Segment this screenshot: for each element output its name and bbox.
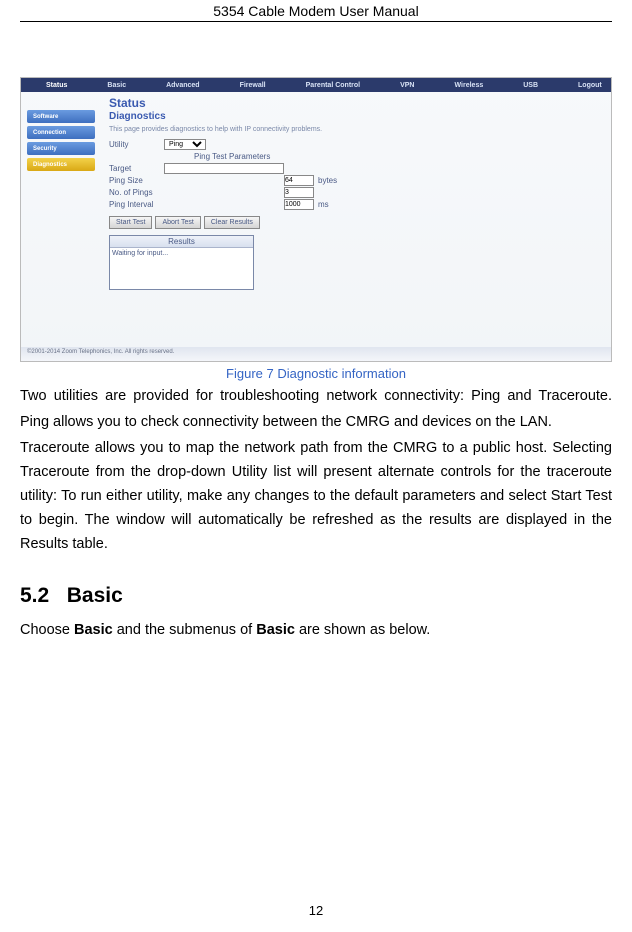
utility-row: Utility Ping — [109, 139, 603, 150]
page-content: Status Basic Advanced Firewall Parental … — [0, 77, 632, 638]
section-heading: 5.2 Basic — [20, 584, 612, 608]
router-sidebar: Software Connection Security Diagnostics — [21, 92, 101, 347]
nav-vpn[interactable]: VPN — [400, 82, 414, 89]
nav-status[interactable]: Status — [46, 82, 67, 89]
nav-advanced[interactable]: Advanced — [166, 82, 199, 89]
target-input[interactable] — [164, 163, 284, 174]
target-label: Target — [109, 164, 164, 173]
basic-sentence: Choose Basic and the submenus of Basic a… — [20, 622, 612, 638]
panel-title: Status — [109, 96, 603, 110]
basic-bold-2: Basic — [256, 622, 295, 638]
interval-unit: ms — [318, 200, 329, 209]
interval-label: Ping Interval — [109, 200, 164, 209]
nav-parental[interactable]: Parental Control — [306, 82, 360, 89]
sidebar-security[interactable]: Security — [27, 142, 95, 155]
basic-bold-1: Basic — [74, 622, 113, 638]
page-number: 12 — [0, 903, 632, 918]
section-number: 5.2 — [20, 584, 49, 607]
utility-select[interactable]: Ping — [164, 139, 206, 150]
clear-results-button[interactable]: Clear Results — [204, 216, 260, 229]
paragraph-1: Two utilities are provided for troublesh… — [20, 385, 612, 409]
target-row: Target — [109, 163, 603, 174]
start-test-button[interactable]: Start Test — [109, 216, 152, 229]
manual-title: 5354 Cable Modem User Manual — [213, 3, 418, 19]
figure-caption: Figure 7 Diagnostic information — [20, 366, 612, 381]
sidebar-software[interactable]: Software — [27, 110, 95, 123]
results-header: Results — [110, 236, 253, 248]
pingsize-input[interactable] — [284, 175, 314, 186]
sidebar-diagnostics[interactable]: Diagnostics — [27, 158, 95, 171]
pingsize-unit: bytes — [318, 176, 337, 185]
nav-usb[interactable]: USB — [523, 82, 538, 89]
utility-label: Utility — [109, 140, 164, 149]
nav-wireless[interactable]: Wireless — [455, 82, 484, 89]
nav-logout[interactable]: Logout — [578, 82, 602, 89]
sidebar-connection[interactable]: Connection — [27, 126, 95, 139]
interval-input[interactable] — [284, 199, 314, 210]
panel-description: This page provides diagnostics to help w… — [109, 126, 603, 133]
nopings-input[interactable] — [284, 187, 314, 198]
figure-screenshot: Status Basic Advanced Firewall Parental … — [20, 77, 612, 362]
copyright-bar: ©2001-2014 Zoom Telephonics, Inc. All ri… — [21, 347, 611, 361]
nav-basic[interactable]: Basic — [107, 82, 126, 89]
paragraph-2: Ping allows you to check connectivity be… — [20, 411, 612, 435]
pingsize-label: Ping Size — [109, 176, 164, 185]
panel-subtitle: Diagnostics — [109, 111, 603, 122]
abort-test-button[interactable]: Abort Test — [155, 216, 200, 229]
interval-row: Ping Interval ms — [109, 199, 603, 210]
paragraph-3: Traceroute allows you to map the network… — [20, 437, 612, 557]
pingsize-row: Ping Size bytes — [109, 175, 603, 186]
results-body: Waiting for input... — [110, 248, 253, 259]
params-title: Ping Test Parameters — [194, 152, 603, 161]
router-body: Software Connection Security Diagnostics… — [21, 92, 611, 347]
results-box: Results Waiting for input... — [109, 235, 254, 290]
nav-firewall[interactable]: Firewall — [240, 82, 266, 89]
router-nav-bar: Status Basic Advanced Firewall Parental … — [21, 78, 611, 92]
button-row: Start Test Abort Test Clear Results — [109, 216, 603, 229]
router-main-panel: Status Diagnostics This page provides di… — [101, 92, 611, 347]
nopings-row: No. of Pings — [109, 187, 603, 198]
nopings-label: No. of Pings — [109, 188, 164, 197]
page-header: 5354 Cable Modem User Manual — [20, 0, 612, 22]
section-title: Basic — [67, 584, 123, 607]
